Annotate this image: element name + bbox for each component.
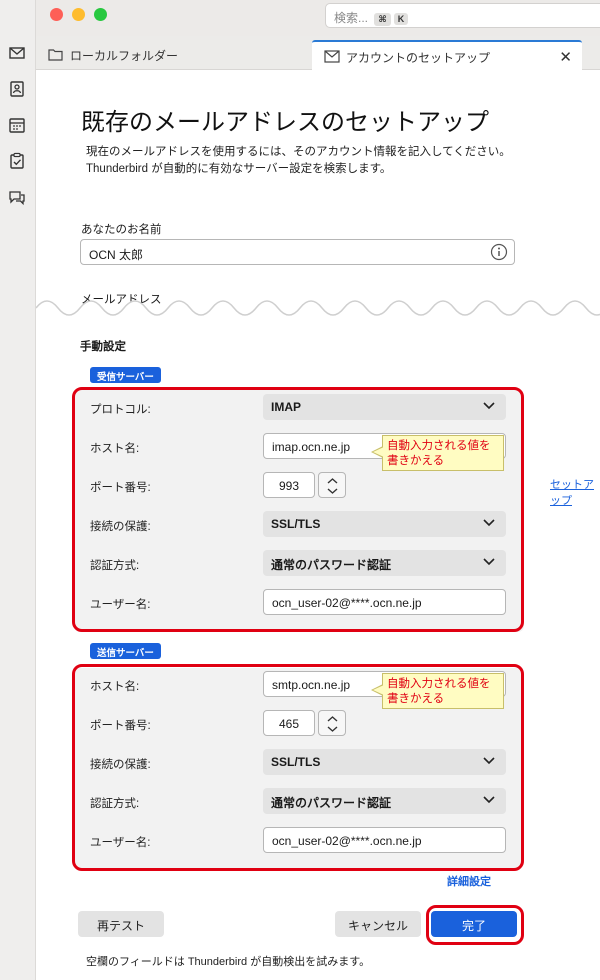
cancel-button[interactable]: キャンセル <box>335 911 421 937</box>
tab-label: ローカルフォルダー <box>70 49 179 63</box>
incoming-highlight-frame <box>72 387 524 632</box>
mail-icon <box>324 50 340 63</box>
folder-icon <box>48 49 63 61</box>
name-field[interactable]: OCN 太郎 <box>80 239 515 265</box>
tab-bar: ローカルフォルダー アカウントのセットアップ ✕ <box>36 36 600 70</box>
close-window-button[interactable] <box>50 8 63 21</box>
global-search-input[interactable]: 検索... ⌘ K <box>325 3 600 28</box>
minimize-window-button[interactable] <box>72 8 85 21</box>
name-value: OCN 太郎 <box>89 248 144 262</box>
description-line-1: 現在のメールアドレスを使用するには、そのアカウント情報を記入してください。 <box>86 146 511 158</box>
mail-icon[interactable] <box>8 44 26 62</box>
close-tab-icon[interactable]: ✕ <box>559 48 572 66</box>
tasks-icon[interactable] <box>8 152 26 170</box>
retest-button[interactable]: 再テスト <box>78 911 164 937</box>
page-title: 既存のメールアドレスのセットアップ <box>81 109 489 136</box>
description-line-2: Thunderbird が自動的に有効なサーバー設定を検索します。 <box>86 163 392 175</box>
outgoing-server-badge: 送信サーバー <box>90 643 161 659</box>
search-placeholder: 検索... <box>334 11 369 25</box>
setup-link[interactable]: セットアップ <box>550 476 600 508</box>
tab-account-setup[interactable]: アカウントのセットアップ ✕ <box>312 40 582 70</box>
chat-icon[interactable] <box>8 188 26 206</box>
calendar-icon[interactable] <box>8 116 26 134</box>
cmd-key-icon: ⌘ <box>374 13 391 26</box>
address-book-icon[interactable] <box>8 80 26 98</box>
tab-local-folders[interactable]: ローカルフォルダー <box>36 40 312 70</box>
page-description: 現在のメールアドレスを使用するには、そのアカウント情報を記入してください。 Th… <box>86 144 511 178</box>
spaces-toolbar <box>0 0 36 980</box>
account-setup-page: 既存のメールアドレスのセットアップ 現在のメールアドレスを使用するには、そのアカ… <box>36 70 600 980</box>
k-key-label: K <box>393 13 409 25</box>
torn-divider <box>36 300 600 326</box>
outgoing-highlight-frame <box>72 664 524 871</box>
manual-config-heading: 手動設定 <box>80 341 126 353</box>
zoom-window-button[interactable] <box>94 8 107 21</box>
advanced-settings-link[interactable]: 詳細設定 <box>447 873 491 889</box>
footer-note: 空欄のフィールドは Thunderbird が自動検出を試みます。 <box>86 956 371 968</box>
incoming-server-badge: 受信サーバー <box>90 367 161 383</box>
title-bar: 検索... ⌘ K <box>0 0 600 36</box>
tab-label: アカウントのセットアップ <box>346 51 491 65</box>
info-icon[interactable] <box>490 243 508 261</box>
done-highlight-frame <box>426 905 524 945</box>
name-label: あなたのお名前 <box>81 224 162 236</box>
